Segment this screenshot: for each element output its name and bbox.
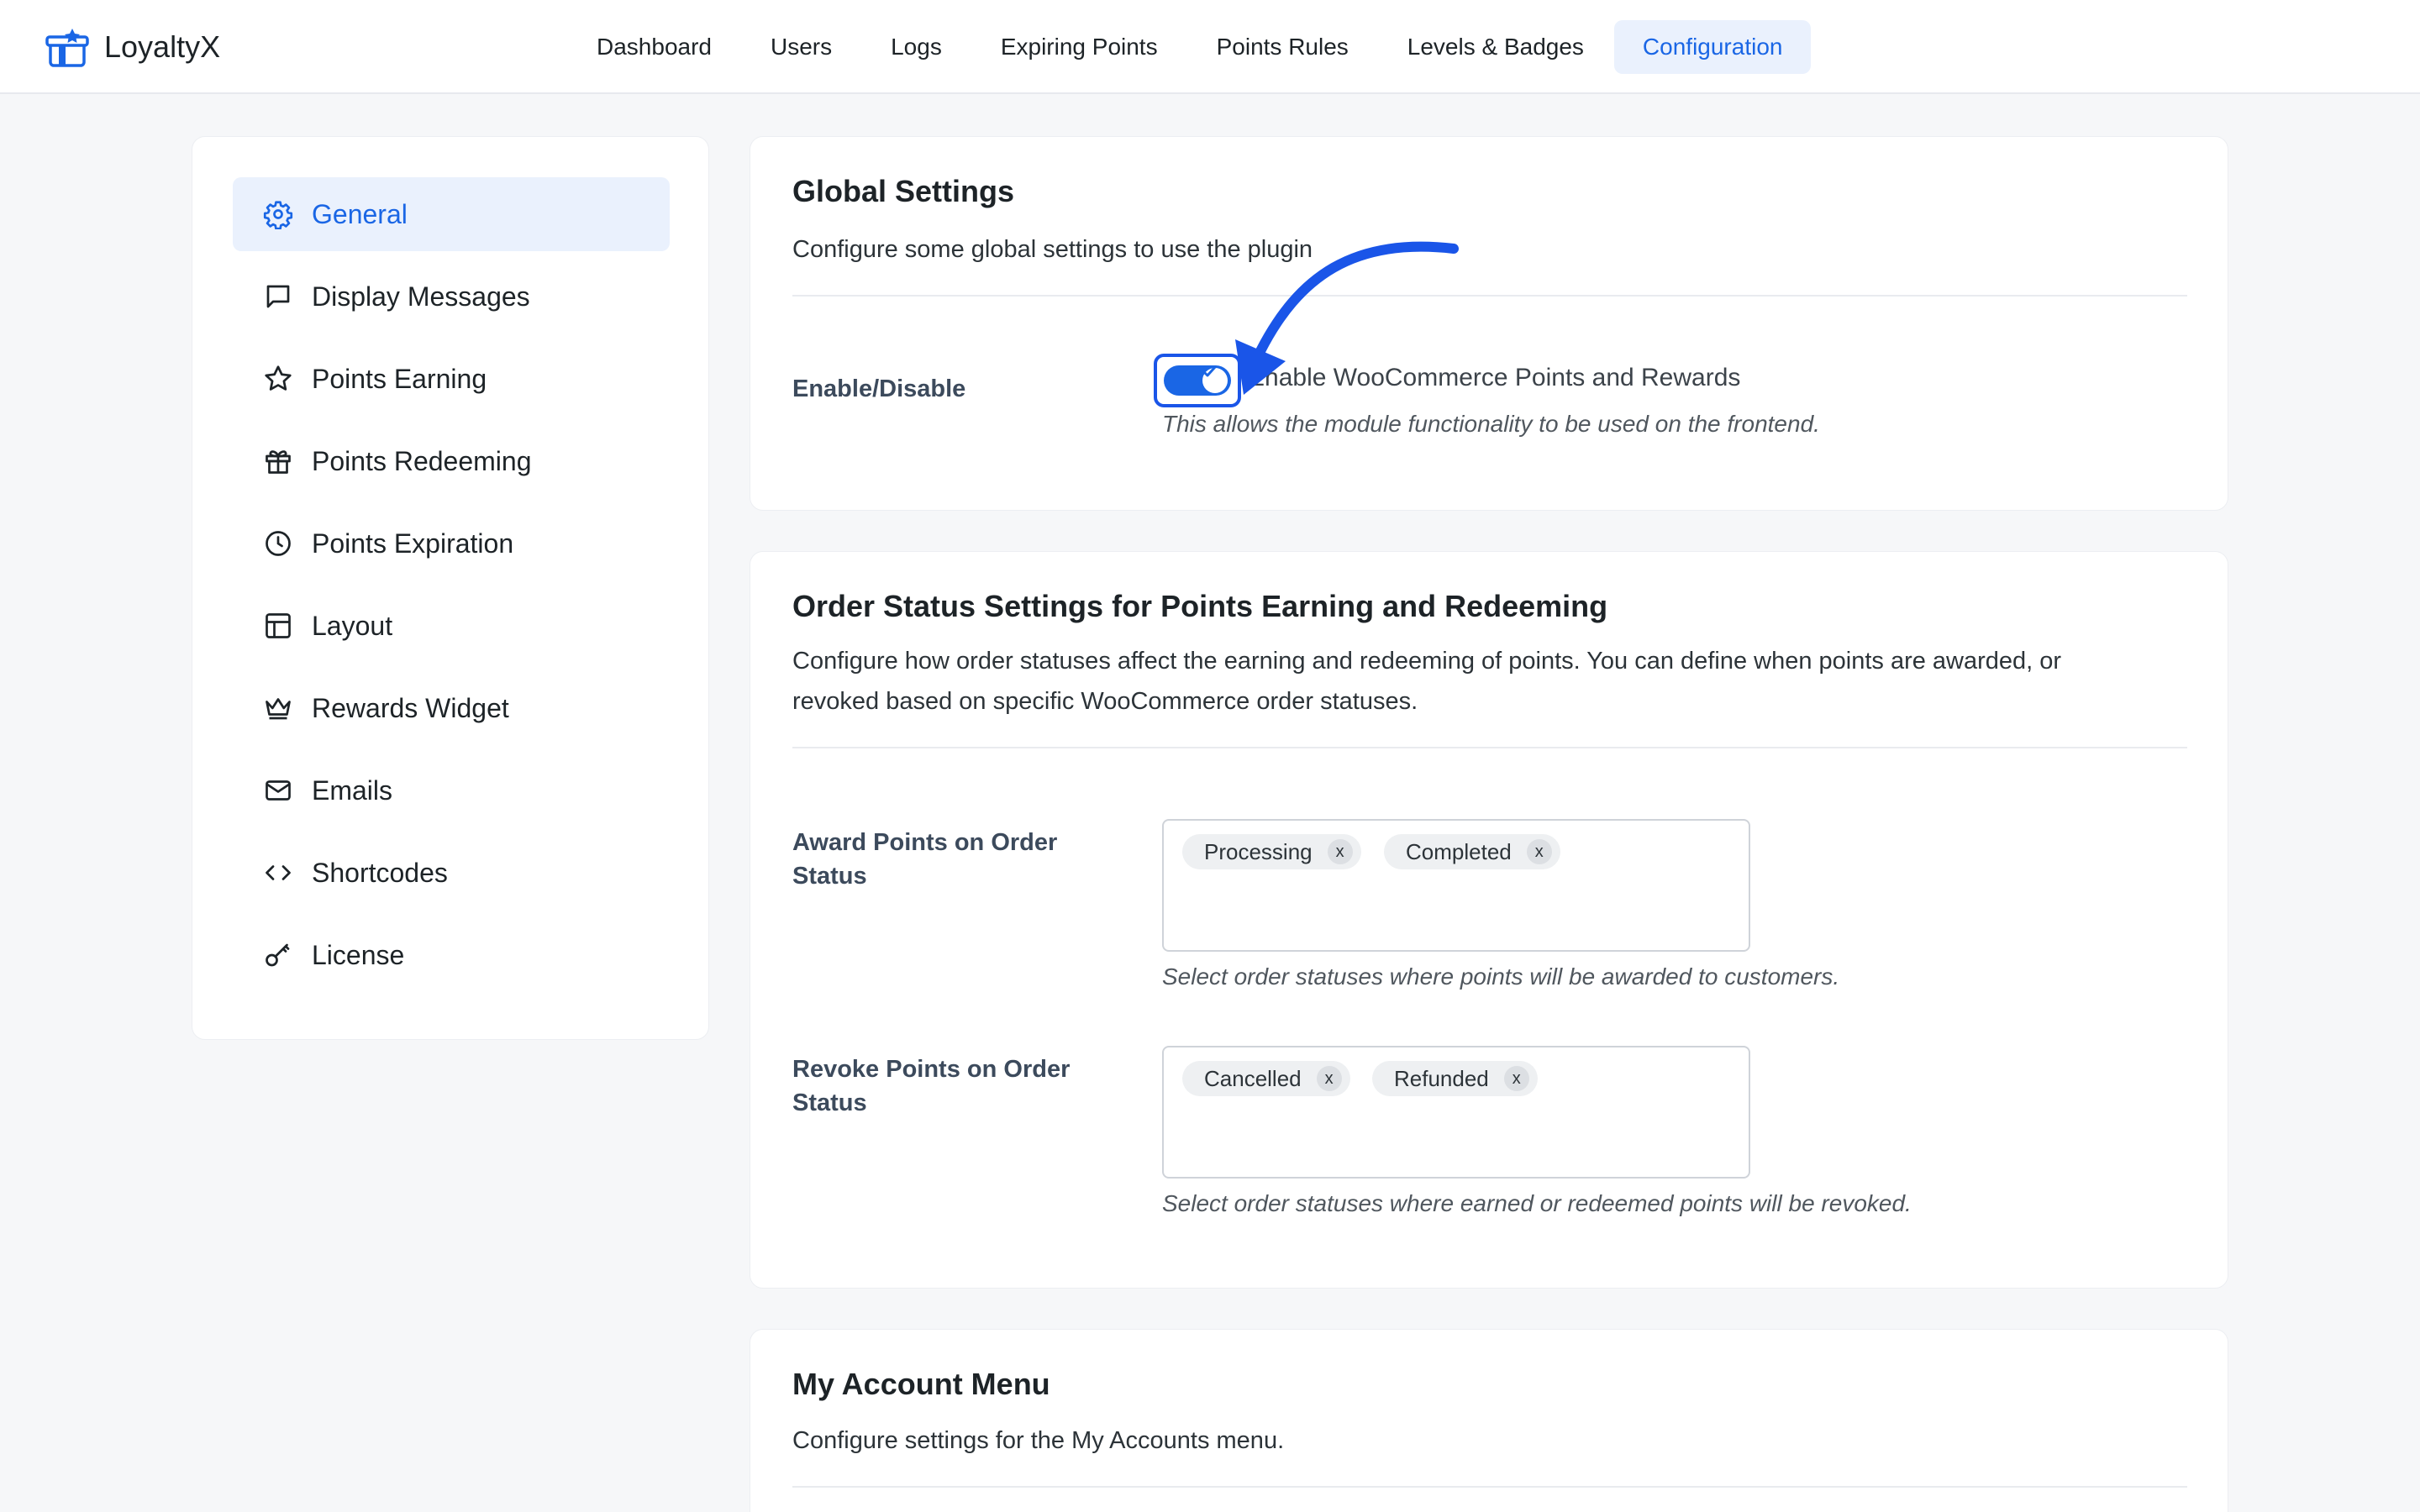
status-chip: Cancelled x (1182, 1061, 1350, 1096)
settings-sidebar: General Display Messages Points Earning … (192, 136, 709, 1040)
nav-expiring-points[interactable]: Expiring Points (972, 20, 1186, 74)
chip-label: Cancelled (1204, 1065, 1302, 1091)
my-account-title: My Account Menu (792, 1367, 1050, 1401)
gift-icon (266, 450, 291, 474)
divider (792, 1486, 2187, 1488)
key-icon (266, 943, 290, 967)
star-icon (265, 365, 292, 391)
chip-label: Completed (1406, 838, 1512, 864)
sidebar-item-label: Points Expiration (312, 528, 514, 559)
enable-disable-label: Enable/Disable (792, 375, 966, 402)
brand[interactable]: LoyaltyX (45, 24, 220, 71)
crown-icon (266, 698, 291, 720)
clock-icon (266, 531, 291, 556)
my-account-card: My Account Menu Configure settings for t… (750, 1329, 2228, 1512)
sidebar-item-label: License (312, 939, 405, 970)
remove-chip-button[interactable]: x (1316, 1066, 1342, 1091)
message-icon (266, 285, 290, 308)
global-settings-card: Global Settings Configure some global se… (750, 136, 2228, 511)
sidebar-item-general[interactable]: General (233, 177, 670, 251)
nav-configuration[interactable]: Configuration (1613, 20, 1812, 74)
nav-levels-badges[interactable]: Levels & Badges (1379, 20, 1612, 74)
revoke-points-label-line2: Status (792, 1089, 867, 1116)
code-icon (266, 865, 291, 880)
sidebar-item-label: Display Messages (312, 281, 530, 312)
revoke-status-select[interactable]: Cancelled x Refunded x (1162, 1046, 1750, 1179)
sidebar-item-label: General (312, 198, 408, 229)
award-help-text: Select order statuses where points will … (1162, 963, 1840, 990)
nav-users[interactable]: Users (742, 20, 860, 74)
toggle-help-text: This allows the module functionality to … (1162, 411, 1820, 437)
nav-points-rules[interactable]: Points Rules (1188, 20, 1377, 74)
divider (792, 295, 2187, 297)
award-points-label-line2: Status (792, 863, 867, 890)
toggle-track (1164, 365, 1231, 396)
layout-icon (266, 613, 291, 638)
sidebar-item-label: Rewards Widget (312, 692, 509, 723)
nav-logs[interactable]: Logs (862, 20, 971, 74)
nav-dashboard[interactable]: Dashboard (568, 20, 740, 74)
remove-chip-button[interactable]: x (1526, 839, 1552, 864)
sidebar-item-display-messages[interactable]: Display Messages (233, 260, 670, 333)
revoke-points-label-line1: Revoke Points on Order (792, 1056, 1071, 1083)
top-bar: LoyaltyX Dashboard Users Logs Expiring P… (0, 0, 2420, 94)
sidebar-item-license[interactable]: License (233, 918, 670, 992)
sidebar-item-points-expiration[interactable]: Points Expiration (233, 507, 670, 580)
order-status-description-line1: Configure how order statuses affect the … (792, 648, 2062, 675)
sidebar-item-label: Points Earning (312, 363, 487, 394)
enable-points-toggle[interactable] (1154, 354, 1241, 407)
sidebar-item-points-redeeming[interactable]: Points Redeeming (233, 424, 670, 498)
chip-label: Refunded (1394, 1065, 1489, 1091)
divider (792, 747, 2187, 748)
revoke-help-text: Select order statuses where earned or re… (1162, 1190, 1912, 1216)
my-account-description: Configure settings for the My Accounts m… (792, 1427, 1285, 1454)
chip-label: Processing (1204, 838, 1313, 864)
global-settings-title: Global Settings (792, 174, 1015, 208)
sidebar-item-layout[interactable]: Layout (233, 589, 670, 663)
toggle-label[interactable]: Enable WooCommerce Points and Rewards (1248, 364, 1740, 392)
global-settings-description: Configure some global settings to use th… (792, 236, 1313, 263)
brand-name: LoyaltyX (104, 29, 221, 64)
remove-chip-button[interactable]: x (1327, 839, 1353, 864)
award-status-select[interactable]: Processing x Completed x (1162, 819, 1750, 952)
sidebar-item-rewards-widget[interactable]: Rewards Widget (233, 671, 670, 745)
gear-icon (263, 201, 293, 229)
main-nav: Dashboard Users Logs Expiring Points Poi… (568, 20, 1812, 74)
sidebar-item-label: Emails (312, 774, 393, 806)
sidebar-item-label: Points Redeeming (312, 445, 532, 476)
sidebar-item-label: Shortcodes (312, 857, 448, 888)
sidebar-item-label: Layout (312, 610, 393, 641)
remove-chip-button[interactable]: x (1503, 1066, 1529, 1091)
order-status-card: Order Status Settings for Points Earning… (750, 551, 2228, 1289)
award-points-label-line1: Award Points on Order (792, 829, 1058, 856)
status-chip: Processing x (1182, 834, 1361, 869)
status-chip: Refunded x (1372, 1061, 1538, 1096)
sidebar-item-shortcodes[interactable]: Shortcodes (233, 836, 670, 910)
check-icon (1202, 365, 1217, 377)
gift-box-icon (45, 29, 89, 67)
sidebar-item-points-earning[interactable]: Points Earning (233, 342, 670, 416)
order-status-title: Order Status Settings for Points Earning… (792, 589, 1608, 623)
order-status-description-line2: revoked based on specific WooCommerce or… (792, 688, 1418, 715)
mail-icon (266, 780, 291, 801)
status-chip: Completed x (1384, 834, 1560, 869)
sidebar-item-emails[interactable]: Emails (233, 753, 670, 827)
